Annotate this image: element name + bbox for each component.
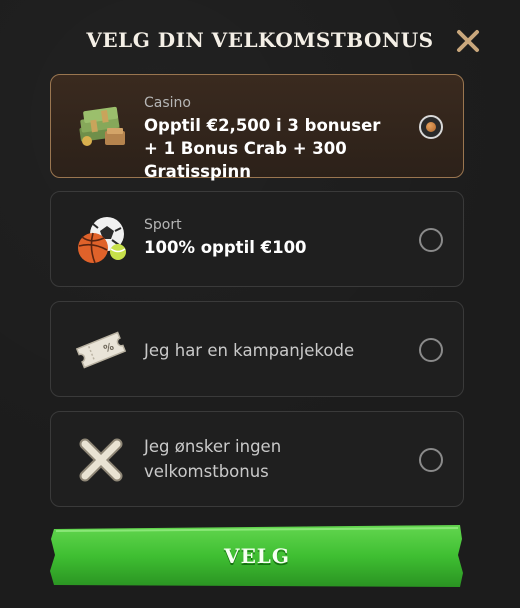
radio-promo-code[interactable] <box>419 338 443 362</box>
coupon-ticket-icon: % <box>73 322 129 378</box>
option-text: Sport 100% opptil €100 <box>144 217 399 259</box>
no-bonus-x-icon <box>73 432 129 488</box>
radio-sport[interactable] <box>419 228 443 252</box>
option-text: Jeg har en kampanjekode <box>144 338 399 363</box>
option-description: Jeg har en kampanjekode <box>144 341 355 360</box>
option-category-label: Sport <box>144 217 182 233</box>
modal-header: VELG DIN VELKOMSTBONUS <box>0 26 520 58</box>
option-category-label: Casino <box>144 95 191 111</box>
option-text: Jeg ønsker ingen velkomstbonus <box>144 434 399 484</box>
modal-title: VELG DIN VELKOMSTBONUS <box>86 28 434 52</box>
select-button-label: VELG <box>224 544 290 568</box>
option-description: 100% opptil €100 <box>144 238 307 257</box>
option-description: Opptil €2,500 i 3 bonuser + 1 Bonus Crab… <box>144 116 381 181</box>
close-icon <box>457 30 479 52</box>
bonus-option-promo-code[interactable]: % Jeg har en kampanjekode <box>50 301 464 397</box>
close-button[interactable] <box>453 26 483 56</box>
select-button[interactable]: VELG <box>50 525 464 587</box>
bonus-option-no-bonus[interactable]: Jeg ønsker ingen velkomstbonus <box>50 411 464 507</box>
option-text: Casino Opptil €2,500 i 3 bonuser + 1 Bon… <box>144 95 399 183</box>
bonus-option-sport[interactable]: Sport 100% opptil €100 <box>50 191 464 287</box>
sports-balls-icon <box>73 212 129 268</box>
bonus-option-casino[interactable]: Casino Opptil €2,500 i 3 bonuser + 1 Bon… <box>50 74 464 181</box>
radio-casino[interactable] <box>419 115 443 139</box>
cash-stack-icon <box>73 97 129 153</box>
radio-no-bonus[interactable] <box>419 448 443 472</box>
option-description: Jeg ønsker ingen velkomstbonus <box>144 437 282 481</box>
radio-selected-dot <box>426 122 436 132</box>
